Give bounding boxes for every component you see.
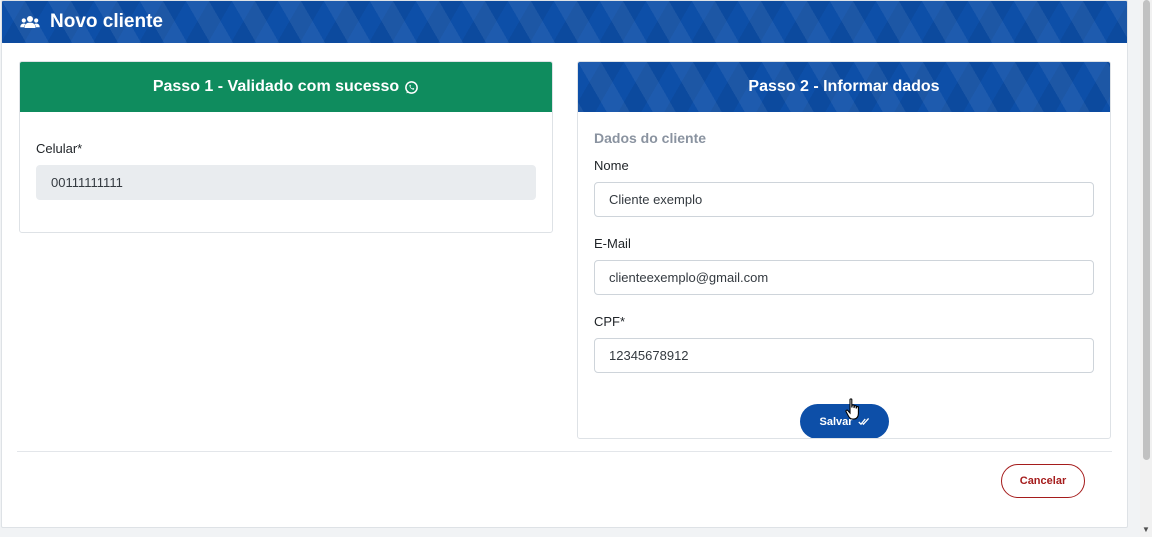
cpf-field[interactable] (594, 338, 1094, 373)
cancel-button[interactable]: Cancelar (1001, 464, 1085, 498)
new-client-modal: Novo cliente Passo 1 - Validado com suce… (1, 0, 1128, 528)
step1-title: Passo 1 - Validado com sucesso (152, 78, 400, 95)
step2-title: Passo 2 - Informar dados (748, 78, 940, 95)
email-field[interactable] (594, 260, 1094, 295)
email-label: E-Mail (594, 236, 631, 251)
phone-label: Celular* (36, 141, 83, 156)
phone-field[interactable] (36, 165, 536, 200)
scroll-down-arrow-icon[interactable]: ▼ (1142, 525, 1150, 534)
page-scrollbar[interactable]: ▼ (1140, 0, 1152, 537)
section-title: Dados do cliente (594, 130, 707, 146)
cpf-label: CPF* (594, 314, 626, 329)
hand-cursor-icon (845, 398, 865, 427)
whatsapp-icon (404, 80, 419, 95)
footer-divider (17, 451, 1112, 452)
scrollbar-thumb[interactable] (1143, 0, 1150, 460)
step2-header: Passo 2 - Informar dados (578, 62, 1110, 112)
modal-title: Novo cliente (50, 11, 163, 32)
step2-card: Passo 2 - Informar dados Dados do client… (577, 61, 1111, 439)
step1-header: Passo 1 - Validado com sucesso (20, 62, 552, 112)
users-icon (20, 15, 40, 29)
name-label: Nome (594, 158, 629, 173)
name-field[interactable] (594, 182, 1094, 217)
modal-header: Novo cliente (2, 1, 1127, 43)
step1-card: Passo 1 - Validado com sucesso Celular* (19, 61, 553, 233)
